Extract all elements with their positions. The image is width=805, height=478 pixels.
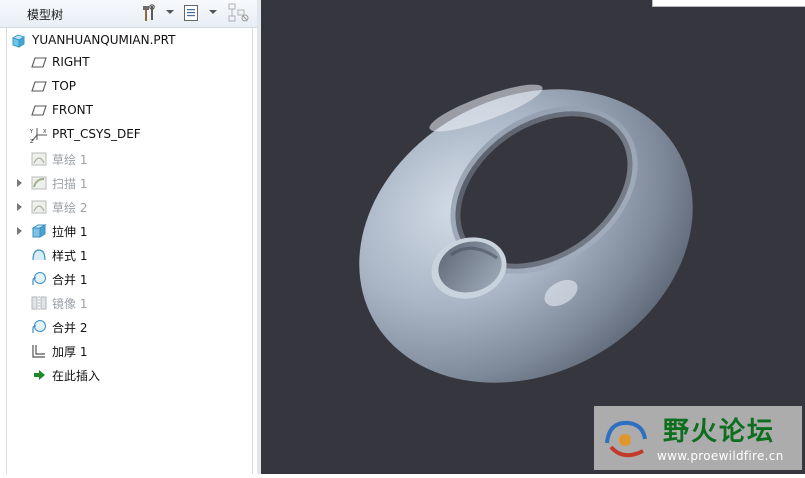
watermark-url: www.proewildfire.cn [657,449,784,463]
tree-item-front-plane[interactable]: FRONT [7,100,252,122]
tree-item-extrude-1[interactable]: 拉伸 1 [7,220,252,242]
tree-item-right-plane[interactable]: RIGHT [7,52,252,74]
model-tree-toolbar: 模型树 [0,0,257,28]
model-tree-list: YUANHUANQUMIAN.PRT RIGHT TOP FRONT Y X Z… [6,28,253,474]
tree-item-merge-1[interactable]: 合并 1 [7,268,252,290]
tree-item-mirror-1[interactable]: 镜像 1 [7,292,252,314]
tree-item-part[interactable]: YUANHUANQUMIAN.PRT [7,30,252,52]
forum-logo-icon [605,420,647,458]
svg-text:X: X [43,129,47,135]
datum-plane-icon [31,103,47,119]
watermark-title: 野火论坛 [663,417,776,447]
tree-item-label: 扫描 1 [52,177,88,191]
tree-item-top-plane[interactable]: TOP [7,76,252,98]
tree-item-thicken-1[interactable]: 加厚 1 [7,340,252,362]
hammer-wrench-icon[interactable] [140,3,158,23]
svg-text:Z: Z [30,139,34,143]
settings-dropdown-caret-icon[interactable] [166,10,174,14]
tree-filter-icon[interactable] [228,3,250,23]
mirror-icon [31,295,47,311]
coordinate-system-icon: Y X Z [29,127,47,145]
datum-plane-icon [31,79,47,95]
sketch-icon [31,151,47,167]
tree-item-insert-here[interactable]: 在此插入 [7,364,252,386]
tree-item-label: 合并 2 [52,321,88,335]
tree-item-sketch-2[interactable]: 草绘 2 [7,196,252,218]
tree-item-coordinate-system[interactable]: Y X Z PRT_CSYS_DEF [7,124,252,146]
tree-item-label: 在此插入 [52,369,101,383]
sketch-icon [31,199,47,215]
model-tree-title: 模型树 [27,8,64,22]
merge-icon [31,319,47,335]
expand-arrow-icon[interactable] [17,227,22,235]
tree-item-label: YUANHUANQUMIAN.PRT [32,33,176,47]
top-right-panel-edge [652,0,805,7]
part-icon [10,33,26,49]
tree-item-label: 草绘 2 [52,201,88,215]
graphics-viewport[interactable] [261,0,805,474]
tree-item-label: FRONT [52,103,93,117]
forum-watermark: 野火论坛 www.proewildfire.cn [594,406,802,470]
tree-item-sweep-1[interactable]: 扫描 1 [7,172,252,194]
tree-item-label: PRT_CSYS_DEF [52,127,141,141]
torus-model-render [359,84,693,383]
tree-item-label: 镜像 1 [52,297,88,311]
list-document-icon[interactable] [183,3,199,23]
svg-text:Y: Y [30,129,34,135]
tree-item-label: RIGHT [52,55,90,69]
extrude-icon [31,223,47,239]
tree-item-sketch-1[interactable]: 草绘 1 [7,148,252,170]
show-dropdown-caret-icon[interactable] [209,10,217,14]
tree-item-merge-2[interactable]: 合并 2 [7,316,252,338]
tree-item-label: 样式 1 [52,249,88,263]
tree-item-label: 合并 1 [52,273,88,287]
thicken-icon [31,343,47,359]
sweep-icon [31,175,47,191]
style-surface-icon [31,247,47,263]
insert-here-arrow-icon [31,367,47,383]
tree-item-label: 拉伸 1 [52,225,88,239]
tree-item-label: TOP [52,79,77,93]
expand-arrow-icon[interactable] [17,179,22,187]
tree-item-label: 加厚 1 [52,345,88,359]
merge-icon [31,271,47,287]
expand-arrow-icon[interactable] [17,203,22,211]
datum-plane-icon [31,55,47,71]
tree-item-style-1[interactable]: 样式 1 [7,244,252,266]
model-tree-panel: 模型树 YUANHUANQUMIAN.PRT RIGHT TOP FRONT Y… [0,0,257,474]
tree-item-label: 草绘 1 [52,153,88,167]
